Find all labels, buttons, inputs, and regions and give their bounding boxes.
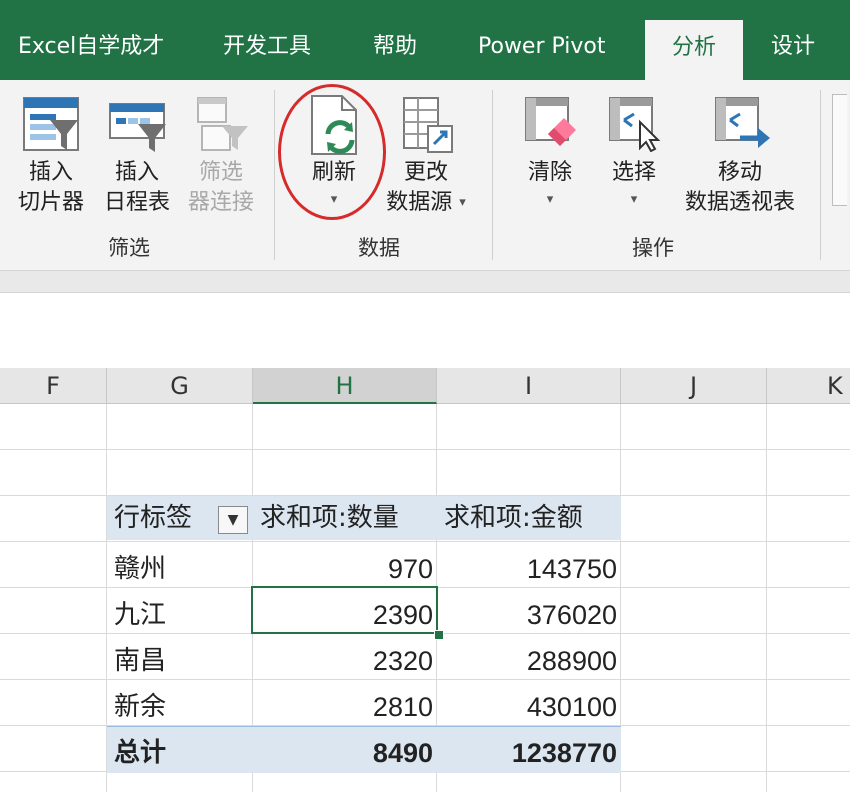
pivot-quantity-cell[interactable]: 2810	[253, 684, 433, 730]
insert-slicer-label-1: 插入	[28, 160, 73, 185]
change-data-source-button[interactable]: 更改 数据源 ▾	[378, 90, 474, 220]
change-data-source-label-1: 更改	[403, 160, 448, 185]
pivot-quantity-cell[interactable]: 2320	[253, 638, 433, 684]
formula-gap	[0, 345, 850, 368]
tab-help[interactable]: 帮助	[373, 0, 417, 80]
pivot-amount-cell[interactable]: 143750	[437, 546, 617, 592]
pivot-sum-quantity-header: 求和项:数量	[260, 503, 399, 533]
group-divider	[492, 90, 493, 260]
column-header-h[interactable]: H	[253, 368, 437, 404]
pivot-row-label[interactable]: 九江	[114, 592, 166, 638]
move-pivot-icon	[715, 97, 770, 148]
data-source-icon	[403, 97, 453, 153]
column-header-j[interactable]: J	[621, 368, 767, 404]
fill-handle[interactable]	[434, 630, 444, 640]
filter-connections-label-2: 器连接	[187, 190, 254, 215]
column-header-f[interactable]: F	[0, 368, 107, 404]
column-header-g[interactable]: G	[107, 368, 253, 404]
ribbon-bottom-strip	[0, 271, 850, 292]
column-header-i[interactable]: I	[437, 368, 621, 404]
insert-slicer-button[interactable]: 插入 切片器	[10, 92, 92, 222]
formula-bar[interactable]	[0, 292, 850, 346]
move-pivot-label-2: 数据透视表	[684, 190, 795, 215]
filter-group-label: 筛选	[108, 236, 150, 260]
ribbon: 插入 切片器 插入 日程表 筛选 器连接 筛选 刷新 ▾ 更改 数据源 ▾ 数据…	[0, 80, 850, 271]
group-divider	[274, 90, 275, 260]
filter-connections-icon	[197, 97, 248, 151]
clear-dropdown-caret-icon[interactable]: ▾	[512, 190, 588, 210]
clear-button[interactable]: 清除 ▾	[512, 90, 588, 220]
column-header-k[interactable]: K	[767, 368, 850, 404]
pivot-amount-cell[interactable]: 430100	[437, 684, 617, 730]
insert-timeline-label-2: 日程表	[103, 190, 170, 215]
highlight-circle	[278, 84, 386, 220]
pivot-row-labels-header: 行标签	[114, 503, 193, 533]
clear-label: 清除	[527, 160, 572, 185]
insert-slicer-label-2: 切片器	[17, 190, 84, 215]
actions-group-label: 操作	[632, 236, 674, 260]
pivot-row-label[interactable]: 赣州	[114, 546, 166, 592]
pivot-row-label[interactable]: 南昌	[114, 638, 166, 684]
insert-timeline-label-1: 插入	[114, 160, 159, 185]
ribbon-tab-bar: Excel自学成才 开发工具 帮助 Power Pivot 分析 设计	[0, 0, 850, 100]
pivot-sum-amount-header: 求和项:金额	[444, 503, 583, 533]
pivot-amount-cell[interactable]: 376020	[437, 592, 617, 638]
group-divider	[820, 90, 821, 260]
insert-timeline-button[interactable]: 插入 日程表	[96, 92, 178, 222]
move-pivot-table-button[interactable]: 移动 数据透视表	[678, 90, 802, 220]
grid-line	[0, 541, 850, 542]
change-data-source-label-2: 数据源 ▾	[378, 188, 474, 218]
select-label: 选择	[611, 160, 656, 185]
grid-line	[0, 449, 850, 450]
select-icon	[609, 97, 661, 152]
timeline-icon	[109, 103, 166, 152]
filter-connections-label-1: 筛选	[198, 160, 243, 185]
tab-design[interactable]: 设计	[771, 0, 815, 80]
pivot-total-quantity[interactable]: 8490	[253, 730, 433, 776]
select-button[interactable]: 选择 ▾	[596, 90, 672, 220]
grid-line	[766, 404, 767, 792]
move-pivot-label-1: 移动	[717, 160, 762, 185]
slicer-icon	[23, 97, 79, 151]
active-cell-selection[interactable]	[251, 586, 438, 634]
pivot-amount-cell[interactable]: 288900	[437, 638, 617, 684]
data-group-label: 数据	[358, 236, 400, 260]
select-dropdown-caret-icon[interactable]: ▾	[596, 190, 672, 210]
pivot-row-label[interactable]: 新余	[114, 684, 166, 730]
change-data-source-caret-icon[interactable]: ▾	[459, 195, 466, 210]
tab-developer[interactable]: 开发工具	[223, 0, 311, 80]
clear-icon	[525, 97, 576, 146]
filter-connections-button[interactable]: 筛选 器连接	[180, 92, 262, 222]
change-data-source-label-text: 数据源	[386, 190, 453, 215]
pivot-total-amount[interactable]: 1238770	[437, 730, 617, 776]
ribbon-next-group-partial	[832, 94, 847, 206]
row-label-filter-dropdown-icon[interactable]: ▼	[218, 506, 248, 534]
pivot-grand-total-label[interactable]: 总计	[114, 730, 166, 776]
tab-power-pivot[interactable]: Power Pivot	[478, 0, 606, 80]
tab-excel-self-study[interactable]: Excel自学成才	[18, 0, 164, 80]
